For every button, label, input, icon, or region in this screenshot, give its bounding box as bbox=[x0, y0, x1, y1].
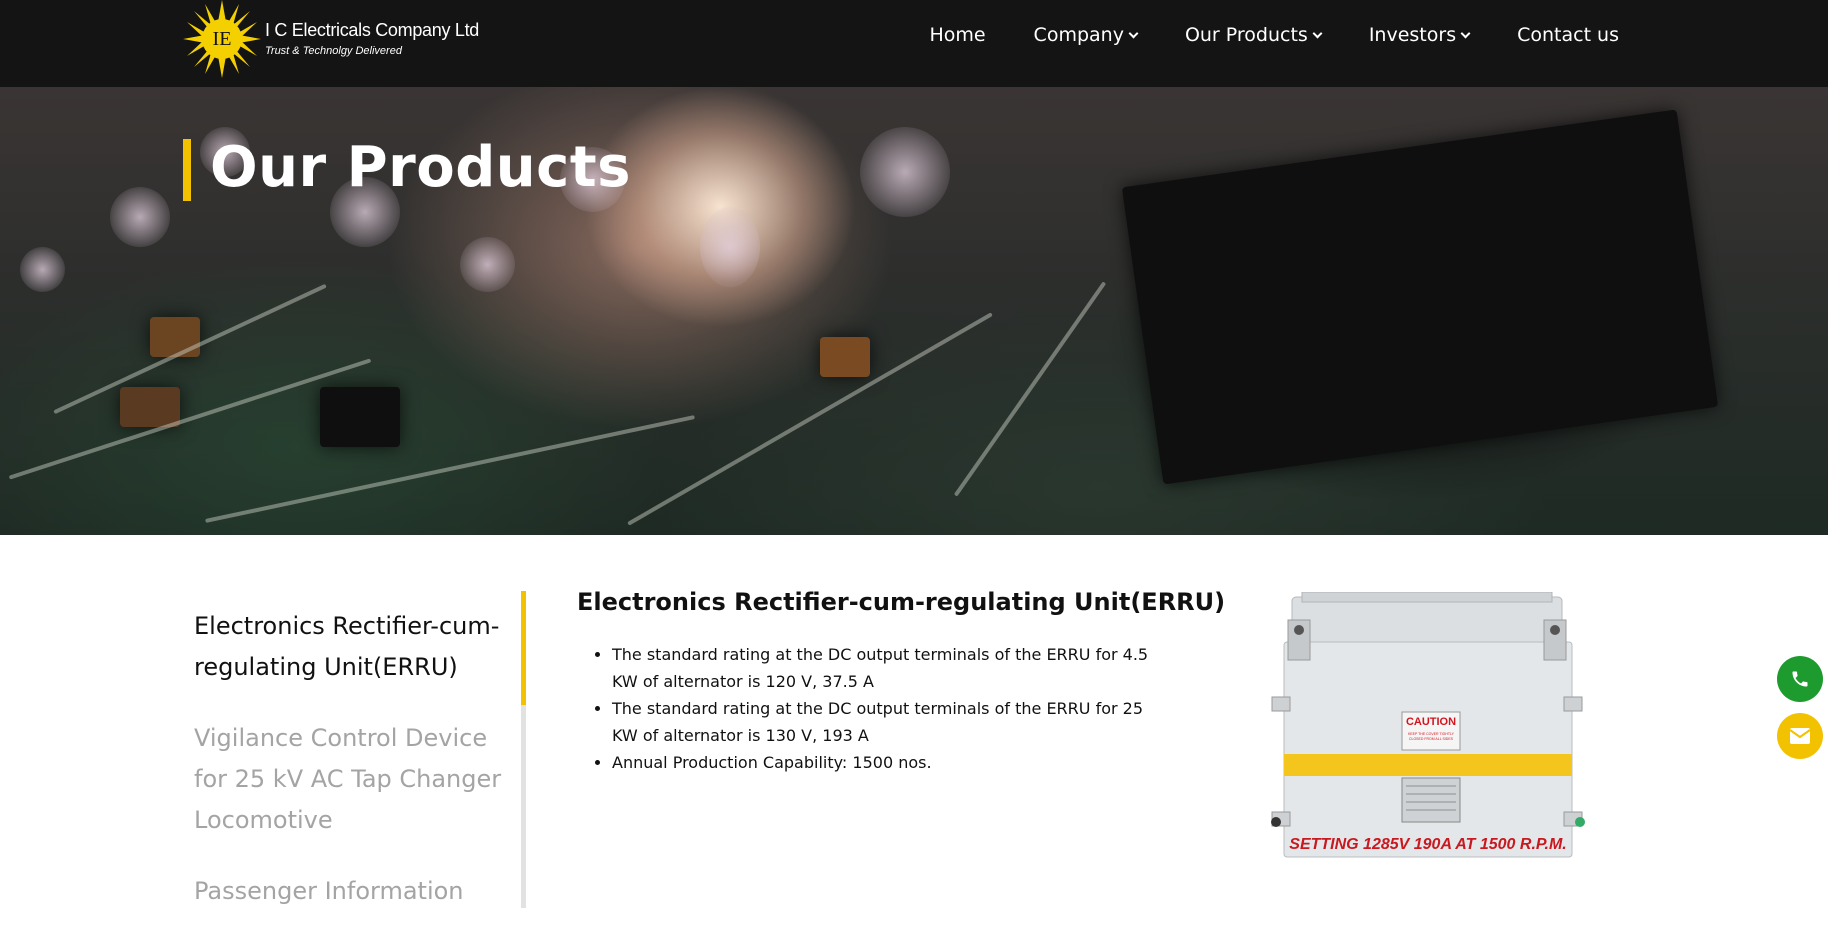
bokeh-light bbox=[20, 247, 65, 292]
chevron-down-icon bbox=[1312, 28, 1323, 38]
list-item: The standard rating at the DC output ter… bbox=[612, 695, 1172, 749]
sidebar-item-passenger-information[interactable]: Passenger Information bbox=[194, 871, 524, 912]
envelope-icon bbox=[1789, 728, 1811, 744]
circuit-chip bbox=[1121, 109, 1719, 485]
bokeh-light bbox=[110, 187, 170, 247]
bokeh-light bbox=[700, 207, 760, 287]
circuit-chip bbox=[150, 317, 200, 357]
phone-icon bbox=[1792, 671, 1808, 687]
company-tagline: Trust & Technolgy Delivered bbox=[265, 44, 402, 57]
nav-contact-us[interactable]: Contact us bbox=[1517, 24, 1619, 46]
circuit-chip bbox=[820, 337, 870, 377]
nav-our-products[interactable]: Our Products bbox=[1184, 24, 1323, 46]
nav-investors-label: Investors bbox=[1368, 24, 1457, 46]
nav-company[interactable]: Company bbox=[1033, 24, 1139, 46]
list-item: Annual Production Capability: 1500 nos. bbox=[612, 749, 1172, 776]
caution-label: CAUTION bbox=[1406, 716, 1456, 728]
circuit-trace bbox=[53, 283, 327, 415]
phone-button[interactable] bbox=[1777, 656, 1823, 702]
circuit-chip bbox=[320, 387, 400, 447]
nav-home-label: Home bbox=[929, 24, 986, 46]
company-logo[interactable]: IE I C Electricals Company Ltd Trust & T… bbox=[183, 0, 479, 78]
nav-home[interactable]: Home bbox=[929, 24, 985, 46]
circuit-trace bbox=[953, 281, 1107, 497]
hero-banner: Our Products bbox=[0, 87, 1828, 535]
logo-initials: IE bbox=[212, 27, 232, 50]
svg-text:CLOSED FROM ALL SIDES: CLOSED FROM ALL SIDES bbox=[1409, 737, 1454, 741]
circuit-trace bbox=[205, 415, 695, 523]
setting-text: SETTING 1285V 190A AT 1500 R.P.M. bbox=[1289, 836, 1566, 853]
bokeh-light bbox=[860, 127, 950, 217]
nav-company-label: Company bbox=[1033, 24, 1124, 46]
nav-investors[interactable]: Investors bbox=[1368, 24, 1471, 46]
nav-our-products-label: Our Products bbox=[1184, 24, 1308, 46]
title-accent-bar bbox=[183, 139, 191, 201]
page-title: Our Products bbox=[210, 135, 631, 200]
company-name: I C Electricals Company Ltd bbox=[265, 20, 479, 41]
list-item: The standard rating at the DC output ter… bbox=[612, 641, 1172, 695]
product-sidebar: Electronics Rectifier-cum-regulating Uni… bbox=[194, 606, 524, 942]
sidebar-item-erru[interactable]: Electronics Rectifier-cum-regulating Uni… bbox=[194, 606, 524, 688]
main-nav: Home Company Our Products Investors Cont… bbox=[881, 0, 1619, 70]
bokeh-light bbox=[460, 237, 515, 292]
svg-text:KEEP THE COVER TIGHTLY: KEEP THE COVER TIGHTLY bbox=[1408, 732, 1455, 736]
site-header: IE I C Electricals Company Ltd Trust & T… bbox=[0, 0, 1828, 87]
sidebar-item-vigilance-control-device[interactable]: Vigilance Control Device for 25 kV AC Ta… bbox=[194, 718, 524, 841]
circuit-trace bbox=[8, 358, 372, 480]
chevron-down-icon bbox=[1460, 28, 1471, 38]
circuit-chip bbox=[120, 387, 180, 427]
product-title: Electronics Rectifier-cum-regulating Uni… bbox=[577, 588, 1226, 616]
product-specs-list: The standard rating at the DC output ter… bbox=[612, 641, 1172, 776]
product-image: CAUTION KEEP THE COVER TIGHTLY CLOSED FR… bbox=[1262, 591, 1602, 868]
nav-contact-us-label: Contact us bbox=[1517, 24, 1619, 46]
email-button[interactable] bbox=[1777, 713, 1823, 759]
chevron-down-icon bbox=[1128, 28, 1139, 38]
sun-logo-icon: IE bbox=[183, 0, 261, 78]
